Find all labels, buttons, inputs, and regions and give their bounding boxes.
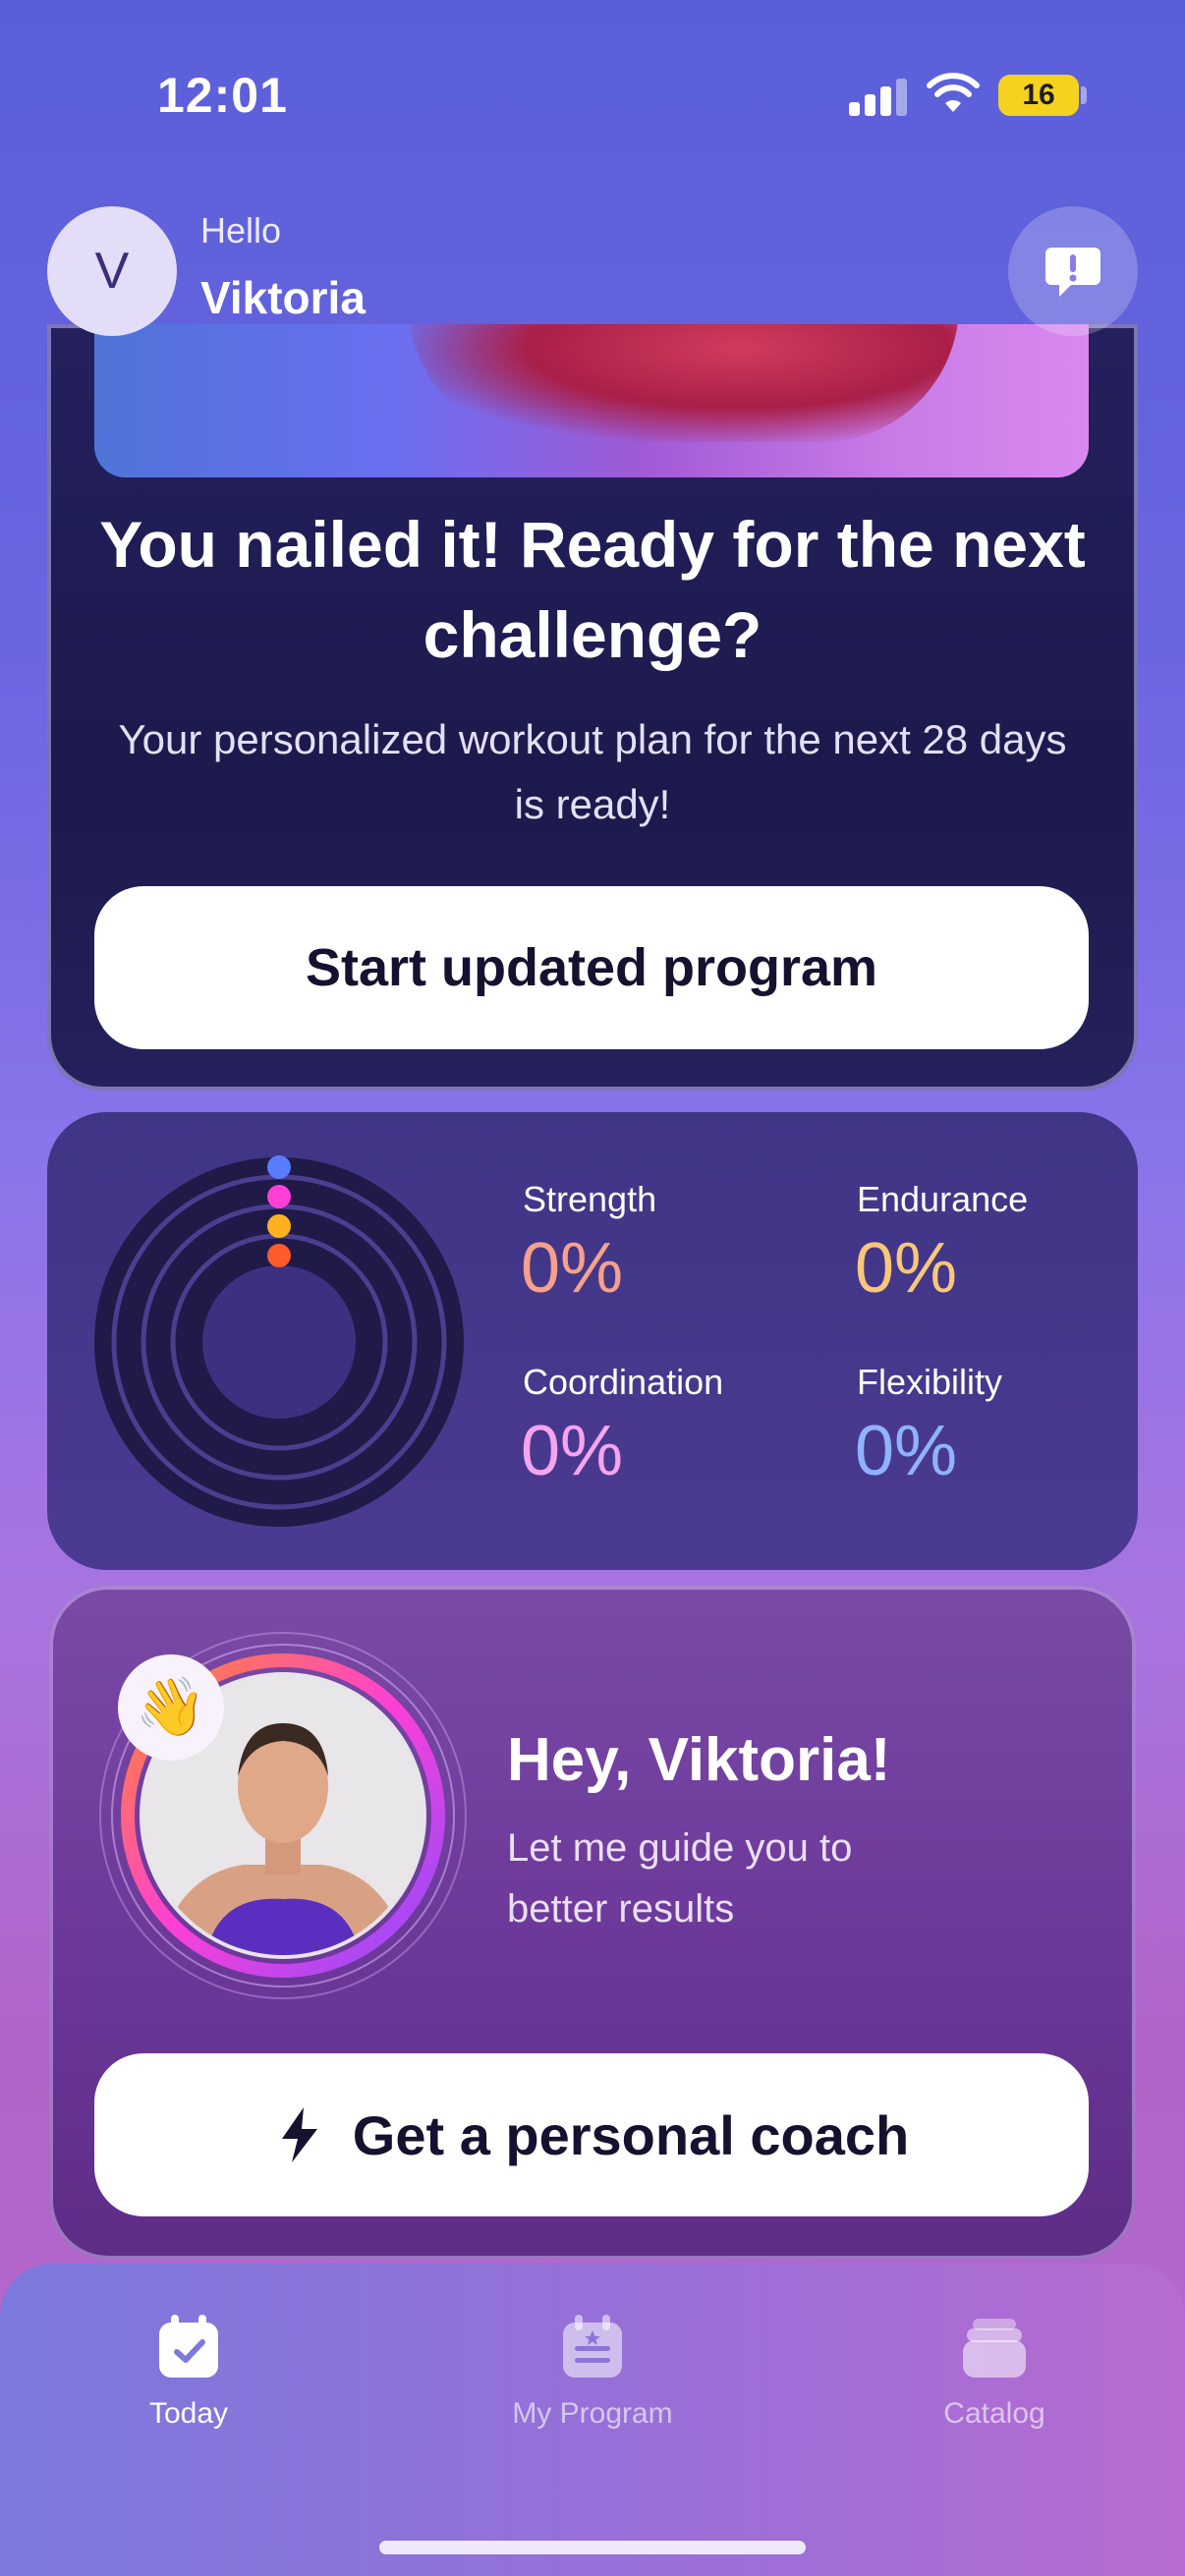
battery-indicator: 16 bbox=[998, 75, 1079, 116]
stat-value-flexibility: 0% bbox=[855, 1412, 958, 1490]
progress-rings bbox=[94, 1155, 464, 1527]
username-label: Viktoria bbox=[200, 272, 366, 323]
start-updated-program-button[interactable]: Start updated program bbox=[94, 886, 1089, 1049]
stat-label-coordination: Coordination bbox=[523, 1362, 724, 1402]
stat-value-coordination: 0% bbox=[521, 1412, 624, 1490]
cellular-signal-icon bbox=[849, 77, 908, 116]
stat-label-endurance: Endurance bbox=[857, 1179, 1029, 1219]
wifi-icon bbox=[927, 73, 980, 112]
tab-bar: Today My Program Catalog bbox=[0, 2264, 1185, 2576]
stat-value-endurance: 0% bbox=[855, 1229, 958, 1308]
avatar[interactable]: V bbox=[47, 206, 177, 336]
battery-cap bbox=[1081, 86, 1087, 104]
stat-value-strength: 0% bbox=[521, 1229, 624, 1308]
personal-coach-card: 👋 Hey, Viktoria! Let me guide you to bet… bbox=[49, 1586, 1136, 2260]
fitness-stats-card[interactable]: Strength 0% Endurance 0% Coordination 0%… bbox=[47, 1112, 1138, 1570]
tab-catalog[interactable]: Catalog bbox=[847, 2313, 1142, 2431]
stat-label-flexibility: Flexibility bbox=[857, 1362, 1003, 1402]
coach-greeting-title: Hey, Viktoria! bbox=[507, 1726, 891, 1794]
feedback-icon bbox=[1045, 248, 1100, 297]
promo-subtitle: Your personalized workout plan for the n… bbox=[118, 716, 1067, 827]
status-time: 12:01 bbox=[157, 68, 288, 123]
catalog-stack-icon bbox=[963, 2319, 1026, 2378]
greeting-label: Hello bbox=[200, 210, 282, 251]
get-personal-coach-label: Get a personal coach bbox=[352, 2103, 910, 2166]
tab-today-label: Today bbox=[148, 2397, 229, 2430]
feedback-button[interactable] bbox=[1008, 206, 1138, 336]
promo-image bbox=[94, 324, 1089, 477]
wave-emoji-badge: 👋 bbox=[118, 1654, 224, 1761]
calendar-check-icon bbox=[159, 2315, 218, 2378]
tab-my-program-label: My Program bbox=[512, 2397, 673, 2430]
program-calendar-icon bbox=[563, 2315, 622, 2378]
tab-my-program[interactable]: My Program bbox=[445, 2313, 740, 2431]
tab-today[interactable]: Today bbox=[41, 2313, 336, 2431]
promo-title: You nailed it! Ready for the next challe… bbox=[99, 508, 1086, 671]
program-promo-card: You nailed it! Ready for the next challe… bbox=[47, 324, 1138, 1091]
home-indicator bbox=[379, 2541, 806, 2554]
lightning-icon bbox=[281, 2107, 317, 2162]
tab-catalog-label: Catalog bbox=[943, 2397, 1045, 2430]
coach-greeting-subtitle: Let me guide you to better results bbox=[507, 1826, 853, 1931]
get-personal-coach-button[interactable]: Get a personal coach bbox=[94, 2053, 1089, 2216]
stat-label-strength: Strength bbox=[523, 1179, 657, 1219]
